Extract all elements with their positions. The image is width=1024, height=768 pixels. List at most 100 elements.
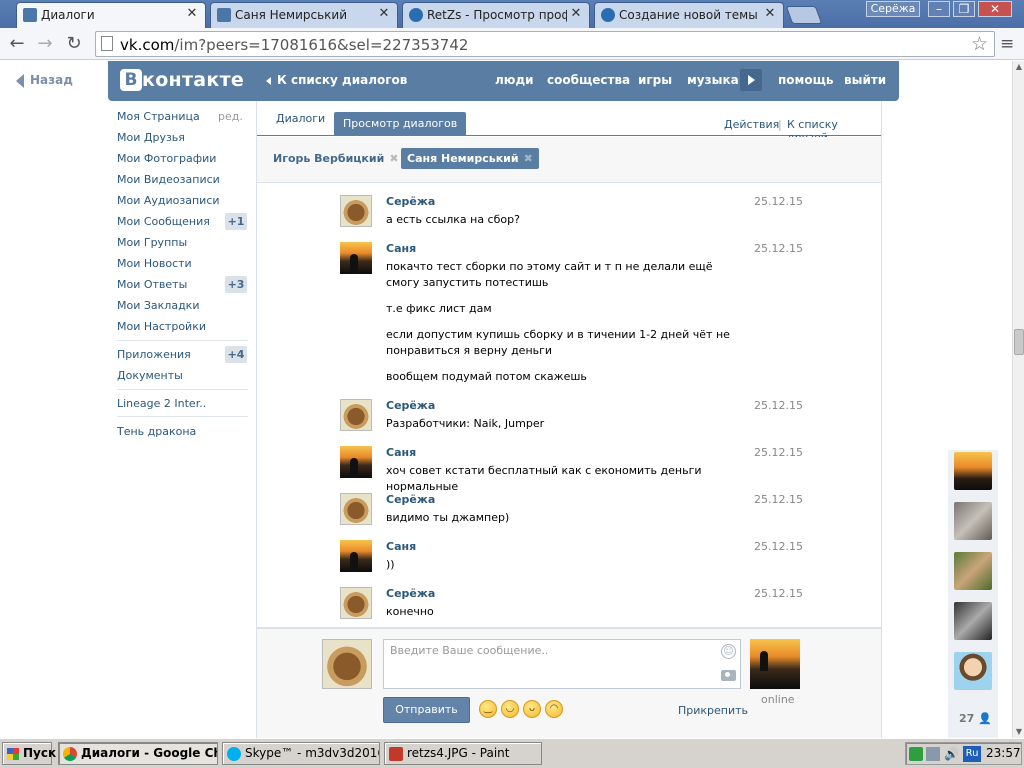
sender-avatar[interactable] bbox=[340, 493, 372, 525]
language-indicator[interactable]: Ru bbox=[963, 746, 981, 762]
attach-link[interactable]: Прикрепить bbox=[678, 704, 748, 717]
peer-avatar[interactable] bbox=[750, 639, 800, 689]
emoji-smile-icon[interactable]: ☺ bbox=[721, 644, 736, 659]
to-dialogs-link[interactable]: К списку диалогов bbox=[266, 73, 407, 87]
nav-people[interactable]: люди bbox=[495, 73, 534, 87]
menu-app-lineage[interactable]: Lineage 2 Inter.. bbox=[117, 397, 206, 410]
close-tab-icon[interactable]: ✕ bbox=[763, 7, 777, 21]
scrollbar-thumb[interactable] bbox=[1014, 329, 1024, 355]
nav-help[interactable]: помощь bbox=[778, 73, 833, 87]
menu-photos[interactable]: Мои Фотографии bbox=[117, 152, 216, 165]
taskbar-item-chrome[interactable]: Диалоги - Google Chr... bbox=[58, 742, 218, 765]
browser-tab-sanya[interactable]: Саня Немирський ✕ bbox=[210, 2, 398, 28]
nav-music[interactable]: музыка bbox=[687, 73, 739, 87]
menu-bookmarks[interactable]: Мои Закладки bbox=[117, 299, 199, 312]
volume-icon[interactable]: 🔊 bbox=[944, 747, 959, 761]
new-tab-button[interactable] bbox=[785, 6, 823, 24]
camera-icon[interactable] bbox=[721, 670, 736, 681]
friend-avatar[interactable] bbox=[954, 652, 992, 690]
scroll-up-icon[interactable]: ▲ bbox=[1013, 61, 1024, 73]
sender-avatar[interactable] bbox=[340, 399, 372, 431]
menu-documents[interactable]: Документы bbox=[117, 369, 183, 382]
friend-avatar[interactable] bbox=[954, 452, 992, 490]
menu-audio[interactable]: Мои Аудиозаписи bbox=[117, 194, 220, 207]
friends-count[interactable]: 27 👤 bbox=[959, 712, 992, 725]
chrome-menu-icon[interactable]: ≡ bbox=[1000, 34, 1014, 54]
profile-badge[interactable]: Серёжа bbox=[866, 1, 920, 17]
nav-communities[interactable]: сообщества bbox=[547, 73, 630, 87]
menu-friends[interactable]: Мои Друзья bbox=[117, 131, 185, 144]
play-icon[interactable] bbox=[740, 69, 762, 91]
page-scrollbar[interactable]: ▲ ▼ bbox=[1012, 61, 1024, 738]
peer-name: Игорь Вербицкий bbox=[273, 152, 385, 165]
peer-chip-sanya[interactable]: Саня Немирський ✖ bbox=[401, 148, 539, 169]
emoji-smile-icon[interactable]: ‿ bbox=[479, 700, 497, 718]
tab-dialogs[interactable]: Диалоги bbox=[276, 112, 325, 125]
menu-groups[interactable]: Мои Группы bbox=[117, 236, 187, 249]
sender-avatar[interactable] bbox=[340, 587, 372, 619]
sender-name[interactable]: Саня bbox=[386, 242, 416, 255]
actions-link[interactable]: Действия bbox=[724, 118, 779, 131]
remove-peer-icon[interactable]: ✖ bbox=[389, 148, 398, 169]
restore-window-icon[interactable]: ❐ bbox=[953, 1, 975, 17]
browser-tab-new-topic[interactable]: Создание новой темы - For ✕ bbox=[594, 2, 784, 28]
network-icon[interactable] bbox=[926, 747, 940, 761]
sender-name[interactable]: Серёжа bbox=[386, 399, 435, 412]
my-avatar[interactable] bbox=[322, 639, 372, 689]
close-tab-icon[interactable]: ✕ bbox=[569, 7, 583, 21]
tab-title: Создание новой темы - For bbox=[619, 8, 761, 22]
menu-settings[interactable]: Мои Настройки bbox=[117, 320, 206, 333]
close-window-icon[interactable]: ✕ bbox=[978, 1, 1012, 17]
emoji-sweat-icon[interactable]: ᴗ bbox=[523, 700, 541, 718]
scroll-down-icon[interactable]: ▼ bbox=[1013, 726, 1024, 738]
sender-name[interactable]: Серёжа bbox=[386, 195, 435, 208]
friend-avatar[interactable] bbox=[954, 602, 992, 640]
sender-name[interactable]: Серёжа bbox=[386, 587, 435, 600]
emoji-blush-icon[interactable]: ◡ bbox=[501, 700, 519, 718]
sender-avatar[interactable] bbox=[340, 242, 372, 274]
sender-name[interactable]: Саня bbox=[386, 446, 416, 459]
send-button[interactable]: Отправить bbox=[383, 697, 470, 723]
menu-answers[interactable]: Мои Ответы bbox=[117, 278, 187, 291]
close-tab-icon[interactable]: ✕ bbox=[377, 7, 391, 21]
menu-my-page[interactable]: Моя Страница bbox=[117, 110, 200, 123]
minimize-window-icon[interactable]: – bbox=[928, 1, 950, 17]
close-tab-icon[interactable]: ✕ bbox=[185, 7, 199, 21]
back-arrow-icon[interactable]: ← bbox=[6, 33, 28, 55]
menu-edit-link[interactable]: ред. bbox=[218, 110, 243, 123]
friend-avatar[interactable] bbox=[954, 502, 992, 540]
apps-count-badge[interactable]: +4 bbox=[225, 346, 247, 363]
taskbar-item-skype[interactable]: Skype™ - m3dv3d2016 bbox=[222, 742, 380, 765]
menu-news[interactable]: Мои Новости bbox=[117, 257, 192, 270]
start-button[interactable]: Пуск bbox=[2, 742, 56, 765]
emoji-laugh-icon[interactable]: ◠ bbox=[545, 700, 563, 718]
friend-avatar[interactable] bbox=[954, 552, 992, 590]
menu-videos[interactable]: Мои Видеозаписи bbox=[117, 173, 220, 186]
sender-name[interactable]: Саня bbox=[386, 540, 416, 553]
peer-chip-igor[interactable]: Игорь Вербицкий ✖ bbox=[267, 148, 405, 169]
taskbar-item-paint[interactable]: retzs4.JPG - Paint bbox=[384, 742, 542, 765]
answers-count-badge[interactable]: +3 bbox=[225, 276, 247, 293]
menu-apps[interactable]: Приложения bbox=[117, 348, 191, 361]
bookmark-star-icon[interactable]: ☆ bbox=[971, 33, 988, 55]
shield-icon[interactable] bbox=[909, 747, 923, 761]
menu-messages[interactable]: Мои Сообщения bbox=[117, 215, 210, 228]
remove-peer-icon[interactable]: ✖ bbox=[524, 148, 533, 169]
sender-name[interactable]: Серёжа bbox=[386, 493, 435, 506]
sender-avatar[interactable] bbox=[340, 446, 372, 478]
sender-avatar[interactable] bbox=[340, 540, 372, 572]
sender-avatar[interactable] bbox=[340, 195, 372, 227]
nav-games[interactable]: игры bbox=[638, 73, 672, 87]
back-link[interactable]: Назад bbox=[16, 73, 73, 88]
menu-app-dragon[interactable]: Тень дракона bbox=[117, 425, 196, 438]
browser-tab-retzs[interactable]: RetZs - Просмотр профиля - ✕ bbox=[402, 2, 590, 28]
message-input[interactable] bbox=[384, 640, 714, 688]
messages-count-badge[interactable]: +1 bbox=[225, 213, 247, 230]
reload-icon[interactable]: ↻ bbox=[63, 33, 85, 55]
tab-view-dialogs[interactable]: Просмотр диалогов bbox=[334, 112, 467, 136]
forward-arrow-icon[interactable]: → bbox=[34, 33, 56, 55]
browser-tab-dialogs[interactable]: Диалоги ✕ bbox=[16, 2, 206, 28]
vk-logo[interactable]: Вконтакте bbox=[120, 69, 244, 93]
nav-logout[interactable]: выйти bbox=[844, 73, 886, 87]
address-bar[interactable]: vk.com/im?peers=17081616&sel=227353742 ☆ bbox=[95, 31, 995, 57]
